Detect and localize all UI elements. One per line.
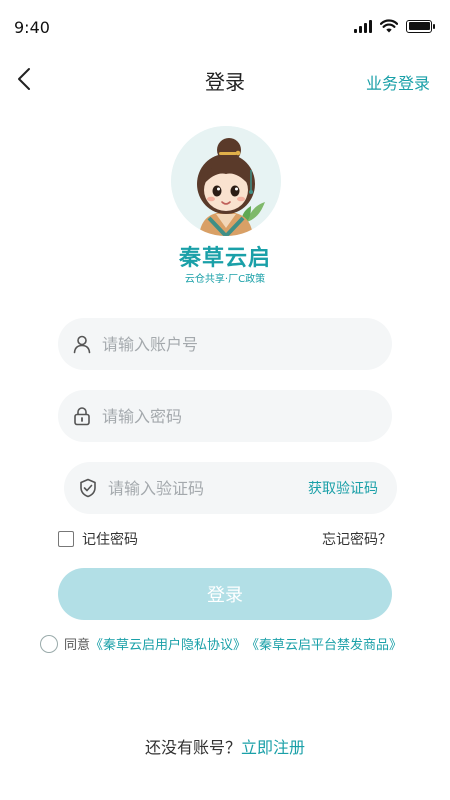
- code-input[interactable]: [108, 478, 308, 498]
- get-code-button[interactable]: 获取验证码: [308, 478, 378, 498]
- girl-avatar-illustration: [171, 126, 281, 236]
- agreement-row: 同意 《秦草云启用户隐私协议》 《秦草云启平台禁发商品》: [40, 634, 402, 653]
- forbidden-goods-link[interactable]: 《秦草云启平台禁发商品》: [246, 634, 402, 653]
- brand-slogan: 云仓共享·厂C政策: [184, 274, 266, 285]
- remember-password[interactable]: 记住密码: [58, 529, 138, 549]
- account-field[interactable]: [58, 318, 392, 370]
- brand-avatar: [171, 126, 281, 236]
- password-field[interactable]: [58, 390, 392, 442]
- privacy-agreement-link[interactable]: 《秦草云启用户隐私协议》: [90, 634, 246, 653]
- forgot-password-link[interactable]: 忘记密码？: [322, 529, 392, 549]
- status-icons: [354, 19, 435, 33]
- agree-radio[interactable]: [40, 634, 58, 653]
- status-time: 9:40: [14, 18, 50, 37]
- battery-icon: [406, 19, 435, 33]
- wifi-icon: [380, 19, 398, 33]
- user-icon: [73, 335, 91, 354]
- register-prompt: 还没有账号？: [144, 738, 241, 757]
- business-login-link[interactable]: 业务登录: [366, 70, 430, 94]
- shield-check-icon: [80, 478, 96, 498]
- remember-checkbox[interactable]: [58, 531, 74, 547]
- register-link[interactable]: 立即注册: [241, 738, 305, 757]
- account-input[interactable]: [102, 334, 392, 354]
- lock-icon: [74, 407, 90, 426]
- brand-name: 秦草云启: [178, 246, 271, 271]
- remember-label: 记住密码: [82, 532, 138, 548]
- register-row: 还没有账号？立即注册: [0, 734, 450, 758]
- signal-icon: [354, 19, 372, 33]
- login-button[interactable]: 登录: [58, 568, 392, 620]
- login-screen: 9:40 登录 业务登录 秦草云启 云仓共享·厂C政策 请输入账户号 请输入验证…: [0, 0, 450, 800]
- code-field[interactable]: 获取验证码: [64, 462, 397, 514]
- password-input[interactable]: [102, 406, 392, 426]
- back-arrow-icon[interactable]: [14, 66, 36, 92]
- agree-prefix: 同意: [64, 638, 91, 653]
